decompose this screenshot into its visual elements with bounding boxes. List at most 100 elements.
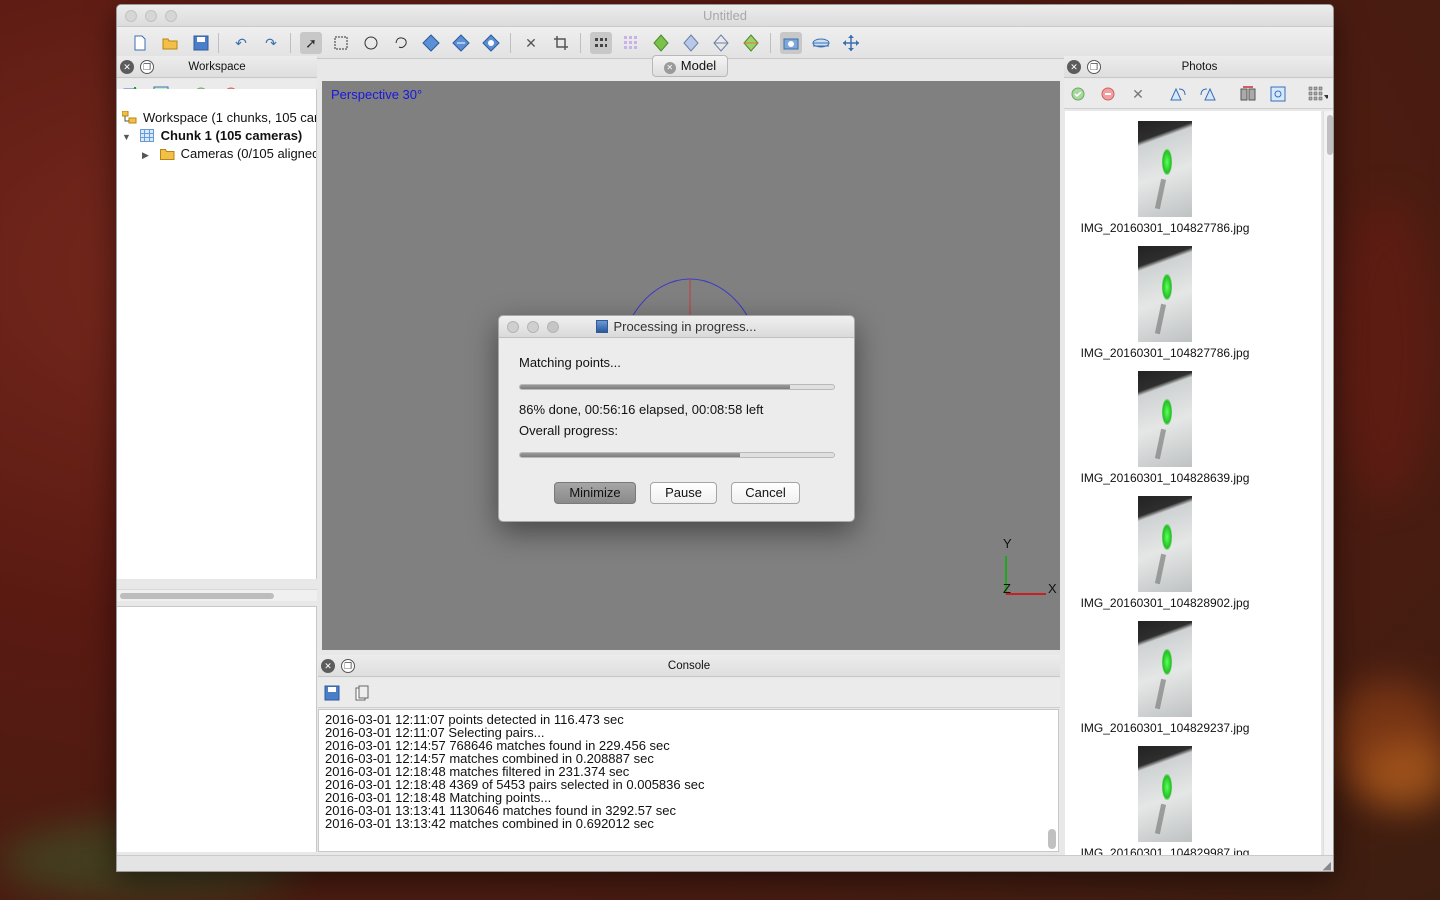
photo-item[interactable]: IMG_20160301_104829237.jpg xyxy=(1065,621,1265,746)
view-mode-icon[interactable] xyxy=(1308,84,1328,104)
open-icon[interactable] xyxy=(160,32,182,54)
workspace-title: Workspace xyxy=(188,61,246,73)
dense-cloud-icon[interactable] xyxy=(620,32,642,54)
photos-header: ✕ ❐ Photos xyxy=(1064,56,1333,78)
chevron-right-icon[interactable]: ▶ xyxy=(142,146,154,164)
photos-vscroll[interactable] xyxy=(1323,111,1333,855)
save-icon[interactable] xyxy=(190,32,212,54)
photos-list[interactable]: IMG_20160301_104827786.jpg IMG_20160301_… xyxy=(1065,111,1321,855)
console-log[interactable]: 2016-03-01 12:11:07 points detected in 1… xyxy=(318,709,1059,852)
circle-select-icon[interactable] xyxy=(360,32,382,54)
photo-thumbnail xyxy=(1138,246,1192,342)
close-panel-icon[interactable]: ✕ xyxy=(321,659,335,673)
undock-panel-icon[interactable]: ❐ xyxy=(341,659,355,673)
photo-thumbnail xyxy=(1138,746,1192,842)
workspace-tree: Workspace (1 chunks, 105 cameras) ▼ Chun… xyxy=(117,89,317,579)
photo-thumbnail xyxy=(1138,621,1192,717)
reset-view-icon[interactable] xyxy=(840,32,862,54)
crop-icon[interactable] xyxy=(550,32,572,54)
undock-panel-icon[interactable]: ❐ xyxy=(140,60,154,74)
save-log-icon[interactable] xyxy=(322,683,342,703)
photo-thumbnail xyxy=(1138,496,1192,592)
close-panel-icon[interactable]: ✕ xyxy=(120,60,134,74)
folder-icon xyxy=(159,147,175,160)
filter-by-selection-icon[interactable] xyxy=(1268,84,1288,104)
workspace-hscroll[interactable] xyxy=(117,589,317,601)
console-title: Console xyxy=(667,660,711,672)
clear-log-icon[interactable] xyxy=(352,683,372,703)
workspace-icon xyxy=(121,110,137,124)
dialog-title-bar: Processing in progress... xyxy=(499,316,854,338)
new-icon[interactable] xyxy=(129,32,151,54)
enable-icon[interactable] xyxy=(1068,84,1088,104)
stage-progress-fill xyxy=(520,385,791,389)
app-icon xyxy=(596,320,609,333)
photo-item[interactable]: IMG_20160301_104829987.jpg xyxy=(1065,746,1265,855)
status-bar: ◢ xyxy=(117,855,1333,871)
photo-thumbnail xyxy=(1138,121,1192,217)
textured-icon[interactable] xyxy=(740,32,762,54)
stage-label: Matching points... xyxy=(519,355,621,370)
progress-status: 86% done, 00:56:16 elapsed, 00:08:58 lef… xyxy=(519,402,764,417)
photo-item[interactable]: IMG_20160301_104827786.jpg xyxy=(1065,121,1265,246)
photo-item[interactable]: IMG_20160301_104827786.jpg xyxy=(1065,246,1265,371)
show-cameras-icon[interactable] xyxy=(780,32,802,54)
close-window-button[interactable] xyxy=(125,10,137,22)
console-header: ✕ ❐ Console xyxy=(318,655,1060,677)
close-dialog-button[interactable] xyxy=(507,321,519,333)
chevron-down-icon[interactable]: ▼ xyxy=(122,128,134,146)
zoom-dialog-button[interactable] xyxy=(547,321,559,333)
wireframe-icon[interactable] xyxy=(710,32,732,54)
photo-item[interactable]: IMG_20160301_104828902.jpg xyxy=(1065,496,1265,621)
overall-progress-fill xyxy=(520,453,740,457)
title-bar: Untitled xyxy=(117,5,1333,27)
chunk-icon xyxy=(139,129,155,142)
overall-progress-label: Overall progress: xyxy=(519,423,618,438)
photo-filename: IMG_20160301_104827786.jpg xyxy=(1080,346,1250,360)
pause-button[interactable]: Pause xyxy=(650,482,717,504)
scale-object-icon[interactable] xyxy=(480,32,502,54)
photo-filename: IMG_20160301_104827786.jpg xyxy=(1080,221,1250,235)
select-icon[interactable]: ➚ xyxy=(300,32,322,54)
point-cloud-icon[interactable] xyxy=(590,32,612,54)
tree-item-chunk[interactable]: ▼ Chunk 1 (105 cameras) xyxy=(122,127,302,145)
reset-filter-icon[interactable] xyxy=(1238,84,1258,104)
minimize-button[interactable]: Minimize xyxy=(554,482,636,504)
resize-grip-icon[interactable]: ◢ xyxy=(1323,859,1331,871)
stage-progress-bar xyxy=(519,384,835,390)
photo-thumbnail xyxy=(1138,371,1192,467)
minimize-dialog-button[interactable] xyxy=(527,321,539,333)
rotate-right-icon[interactable] xyxy=(1198,84,1218,104)
disable-icon[interactable] xyxy=(1098,84,1118,104)
close-panel-icon[interactable]: ✕ xyxy=(1067,60,1081,74)
tree-item-workspace[interactable]: Workspace (1 chunks, 105 cameras) xyxy=(121,109,316,127)
cancel-button[interactable]: Cancel xyxy=(731,482,800,504)
close-tab-icon[interactable]: ✕ xyxy=(663,62,676,74)
shaded-icon[interactable] xyxy=(650,32,672,54)
tab-model[interactable]: ✕ Model xyxy=(652,55,728,77)
axis-z-label: Z xyxy=(1003,581,1011,596)
properties-pane xyxy=(117,606,317,852)
tree-item-cameras[interactable]: ▶ Cameras (0/105 aligned) xyxy=(142,145,316,164)
remove-icon[interactable]: ✕ xyxy=(1128,84,1148,104)
free-select-icon[interactable] xyxy=(390,32,412,54)
rect-select-icon[interactable] xyxy=(330,32,352,54)
rotate-object-icon[interactable] xyxy=(450,32,472,54)
move-object-icon[interactable] xyxy=(420,32,442,54)
minimize-window-button[interactable] xyxy=(145,10,157,22)
undock-panel-icon[interactable]: ❐ xyxy=(1087,60,1101,74)
delete-icon[interactable]: ✕ xyxy=(520,32,542,54)
photo-item[interactable]: IMG_20160301_104828639.jpg xyxy=(1065,371,1265,496)
redo-icon[interactable]: ↷ xyxy=(260,32,282,54)
photo-filename: IMG_20160301_104829237.jpg xyxy=(1080,721,1250,735)
show-region-icon[interactable] xyxy=(810,32,832,54)
zoom-window-button[interactable] xyxy=(165,10,177,22)
undo-icon[interactable]: ↶ xyxy=(230,32,252,54)
processing-dialog: Processing in progress... Matching point… xyxy=(498,315,855,522)
console-vscroll[interactable] xyxy=(1048,829,1056,849)
photo-filename: IMG_20160301_104828902.jpg xyxy=(1080,596,1250,610)
rotate-left-icon[interactable] xyxy=(1168,84,1188,104)
overall-progress-bar xyxy=(519,452,835,458)
solid-icon[interactable] xyxy=(680,32,702,54)
window-title: Untitled xyxy=(702,8,748,23)
